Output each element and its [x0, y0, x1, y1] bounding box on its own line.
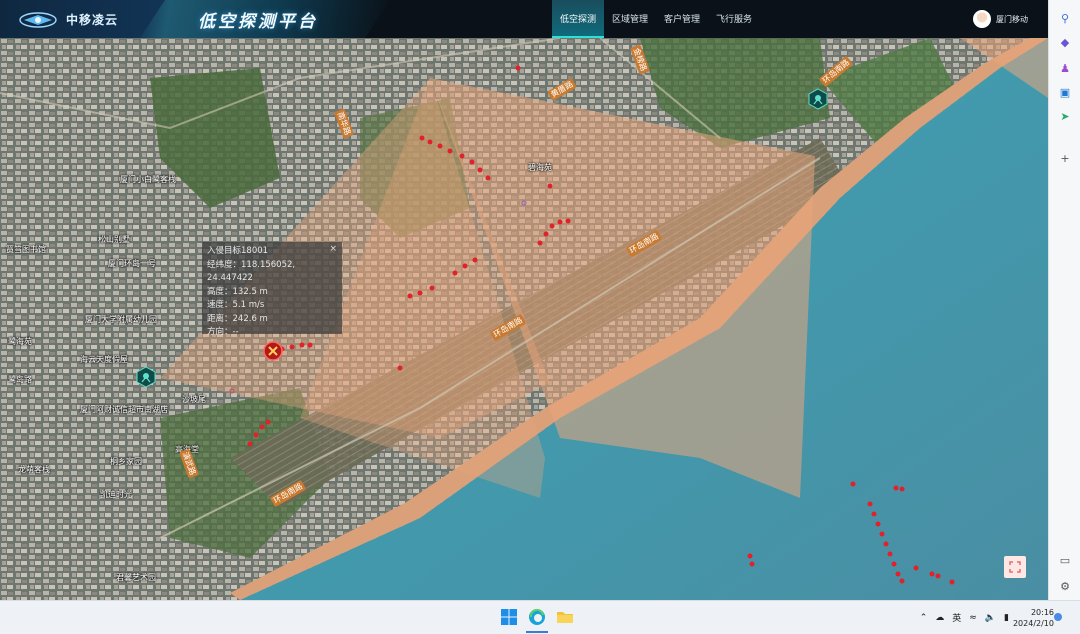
- fullscreen-button[interactable]: [1004, 556, 1026, 578]
- map-label: 海云天度假屋: [80, 355, 128, 364]
- tab-area-management[interactable]: 区域管理: [604, 0, 656, 38]
- browser-sidebar: ⚲ ◆ ♟ ▣ ➤ + ▭ ⚙: [1048, 0, 1080, 600]
- map-label: 筼筜图书馆: [6, 245, 46, 254]
- map-label: 厦门小白鹭客栈: [120, 175, 176, 184]
- top-header: 中移凌云 低空探测平台 低空探测 区域管理 客户管理 飞行服务 厦门移动: [0, 0, 1048, 38]
- close-icon[interactable]: ×: [329, 243, 337, 257]
- popup-row-coords: 经纬度：118.156052, 24.447422: [207, 259, 296, 284]
- main-nav: 低空探测 区域管理 客户管理 飞行服务: [552, 0, 760, 38]
- map-label: 凯迪时光: [100, 490, 132, 499]
- outlook-icon[interactable]: ▣: [1057, 84, 1073, 100]
- notification-dot[interactable]: [1054, 613, 1062, 621]
- tag-icon[interactable]: ◆: [1057, 34, 1073, 50]
- volume-icon[interactable]: 🔈: [985, 613, 996, 623]
- brand-name: 中移凌云: [66, 12, 119, 27]
- windows-start-icon[interactable]: [500, 608, 518, 626]
- popup-row-distance: 距离：242.6 m: [207, 313, 268, 324]
- popup-title: 入侵目标18001: [207, 246, 269, 256]
- gear-icon[interactable]: ⚙: [1057, 578, 1073, 594]
- file-explorer-icon[interactable]: [556, 608, 574, 626]
- map-label: 厦门大学附属幼儿园: [85, 315, 157, 324]
- battery-icon[interactable]: ▮: [1004, 613, 1009, 623]
- ime-indicator[interactable]: 英: [952, 611, 961, 624]
- map-label: 桐乡家园: [110, 457, 142, 466]
- map-label: 沙坡尾: [182, 395, 206, 404]
- station-icon[interactable]: [136, 366, 156, 388]
- avatar[interactable]: [973, 10, 991, 28]
- expand-icon: [1009, 561, 1021, 573]
- popup-row-speed: 速度：5.1 m/s: [207, 300, 265, 310]
- drone-logo-icon: [19, 12, 57, 28]
- tab-flight-service[interactable]: 飞行服务: [708, 0, 760, 38]
- os-taskbar: ⌃ ☁ 英 ≈ 🔈 ▮ 20:16 2024/2/10: [0, 600, 1080, 634]
- search-icon[interactable]: ⚲: [1057, 10, 1073, 26]
- clock-time: 20:16: [1030, 607, 1054, 617]
- map-label: 鹭岛路: [8, 375, 32, 384]
- cloud-icon[interactable]: ☁: [935, 613, 944, 623]
- user-menu[interactable]: 厦门移动: [973, 10, 1028, 28]
- add-icon[interactable]: +: [1057, 150, 1073, 166]
- map-label: 松山别墅: [98, 235, 130, 244]
- edge-browser-icon[interactable]: [528, 608, 546, 626]
- popup-row-height: 高度：132.5 m: [207, 286, 268, 297]
- map-label: 厦门环岛一号: [108, 259, 156, 268]
- people-icon[interactable]: ♟: [1057, 60, 1073, 76]
- clock-date: 2024/2/10: [1012, 618, 1054, 628]
- tab-low-altitude-detection[interactable]: 低空探测: [552, 0, 605, 38]
- map-label: 龙萌客栈: [18, 465, 50, 474]
- target-info-popup: × 入侵目标18001 经纬度：118.156052, 24.447422 高度…: [202, 242, 342, 337]
- chevron-up-icon[interactable]: ⌃: [920, 613, 928, 623]
- map-label: 厦门阿财诚信超市南湖店: [80, 405, 168, 414]
- app-window: 中移凌云 低空探测平台 低空探测 区域管理 客户管理 飞行服务 厦门移动 厦门小…: [0, 0, 1048, 600]
- map-label: 鹭海苑: [8, 337, 32, 346]
- map-label: 君馨艺术园: [116, 573, 156, 582]
- map-view[interactable]: 厦门小白鹭客栈 松山别墅 厦门环岛一号 筼筜图书馆 厦门大学附属幼儿园 鹭海苑 …: [0, 38, 1048, 600]
- popup-row-direction: 方向：--: [207, 327, 239, 337]
- user-name: 厦门移动: [996, 14, 1028, 24]
- station-icon[interactable]: [808, 88, 828, 110]
- wifi-icon[interactable]: ≈: [969, 613, 977, 623]
- tab-customer-management[interactable]: 客户管理: [656, 0, 708, 38]
- screen-icon[interactable]: ▭: [1057, 552, 1073, 568]
- map-label: 碧海苑: [528, 163, 552, 172]
- page-title: 低空探测平台: [198, 12, 318, 32]
- clock[interactable]: 20:16 2024/2/10: [1013, 607, 1054, 629]
- send-icon[interactable]: ➤: [1057, 108, 1073, 124]
- intrusion-target-icon: [263, 341, 283, 361]
